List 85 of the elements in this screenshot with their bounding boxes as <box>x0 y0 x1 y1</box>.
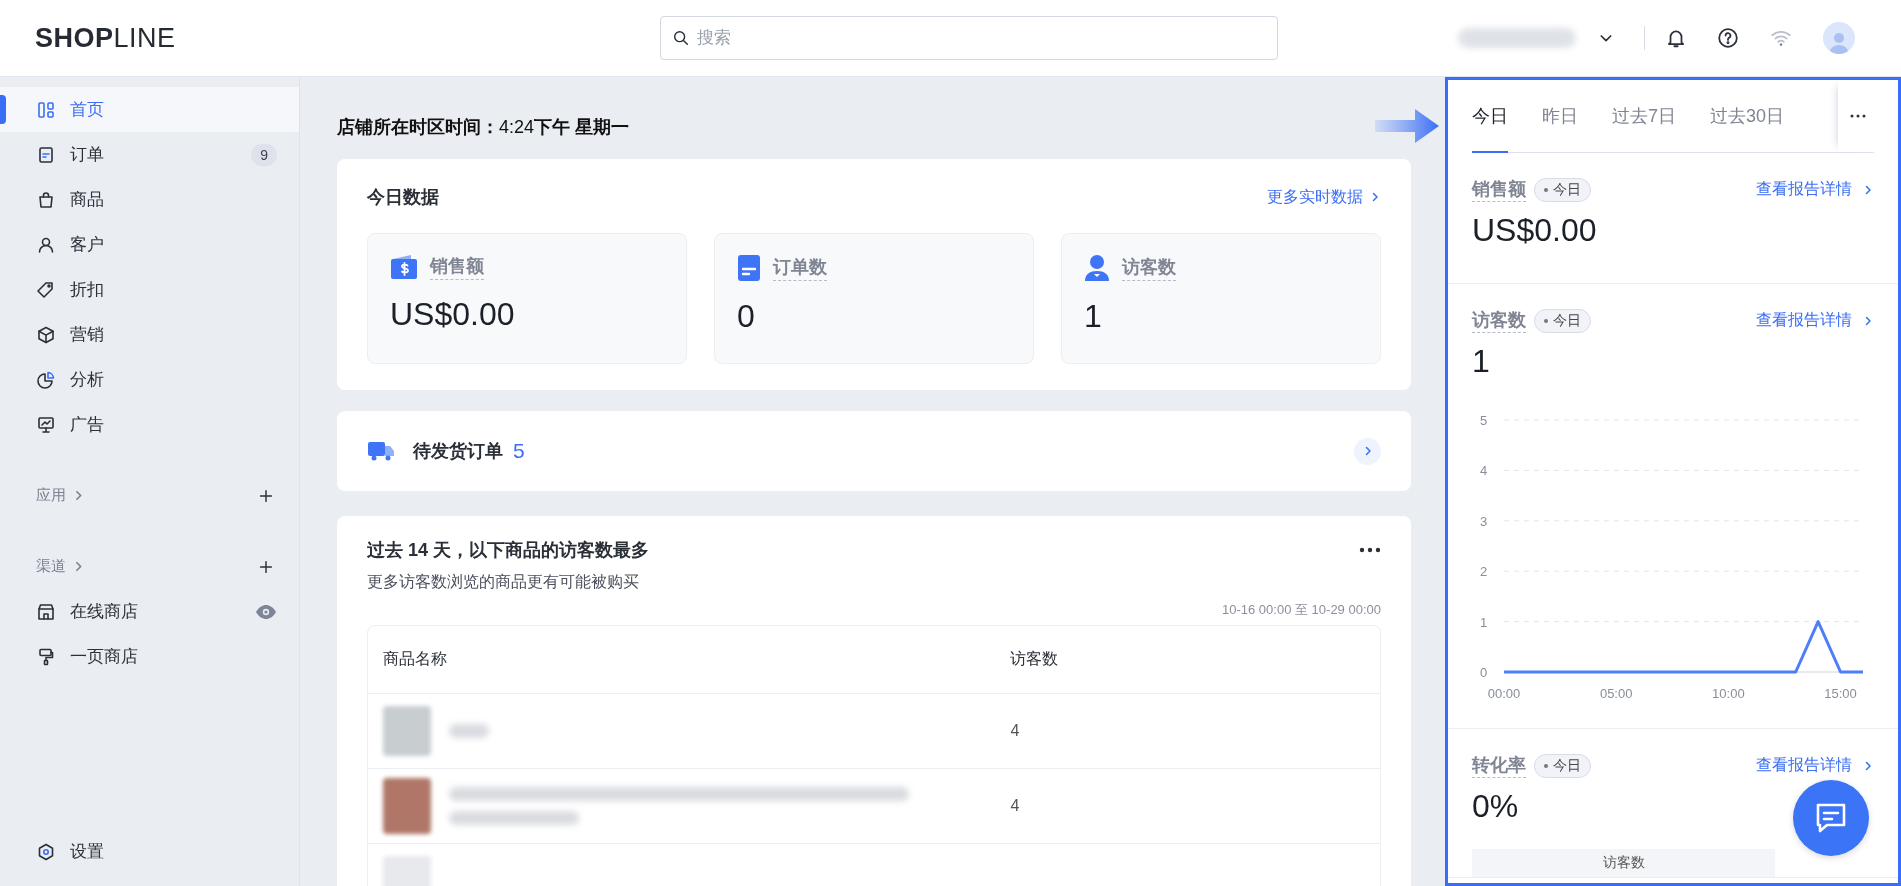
search-icon <box>672 29 690 47</box>
report-details-link[interactable]: 查看报告详情 <box>1756 179 1874 200</box>
help-icon <box>1717 27 1739 49</box>
funnel-bar: 访客数 <box>1472 849 1775 877</box>
period-tab[interactable]: 昨日 <box>1542 80 1578 153</box>
nav-item[interactable]: 营销 <box>0 312 299 357</box>
axis-label: 4 <box>1480 463 1488 479</box>
axis-label: 00:00 <box>1487 686 1521 701</box>
nav-item[interactable]: 订单 9 <box>0 132 299 177</box>
arrow-icon <box>1375 108 1439 143</box>
roller-icon <box>36 646 56 667</box>
pending-orders-card[interactable]: 待发货订单 5 <box>337 411 1411 491</box>
period-tag: 今日 <box>1534 308 1591 333</box>
report-details-link[interactable]: 查看报告详情 <box>1756 310 1874 331</box>
nav-item[interactable]: 分析 <box>0 357 299 402</box>
document-icon <box>737 254 761 282</box>
nav-item[interactable]: 广告 <box>0 402 299 447</box>
photo-placeholder <box>383 706 431 756</box>
card-title: 过去 14 天，以下商品的访客数最多 <box>367 539 650 562</box>
nav-item[interactable]: 商品 <box>0 177 299 222</box>
axis-label: 2 <box>1480 564 1488 580</box>
axis-label: 10:00 <box>1712 686 1745 701</box>
metric-label: 访客数 <box>1472 308 1526 333</box>
store-time: 店铺所在时区时间：4:24下午 星期一 <box>337 115 630 139</box>
metric-value: US$0.00 <box>390 296 516 333</box>
column-header: 商品名称 <box>383 650 447 667</box>
axis-label: 1 <box>1480 614 1488 630</box>
metric-value: 1 <box>1084 298 1103 335</box>
table-cell: 4 <box>1010 797 1020 814</box>
axis-label: 05:00 <box>1599 686 1633 701</box>
date-range: 10-16 00:00 至 10-29 00:00 <box>1222 602 1381 617</box>
card-subtitle: 更多访客数浏览的商品更有可能被购买 <box>367 572 640 592</box>
person-icon <box>1084 254 1110 282</box>
pending-orders-label: 待发货订单 <box>413 440 503 463</box>
wallet-icon <box>390 254 418 280</box>
metric-label: 转化率 <box>1472 753 1526 778</box>
nav-item[interactable]: 首页 <box>0 87 299 132</box>
truck-icon <box>367 439 395 463</box>
grid-icon <box>36 99 56 120</box>
cube-icon <box>36 324 56 345</box>
photo-placeholder <box>383 778 431 834</box>
channel-item[interactable]: 一页商店 <box>0 634 299 679</box>
metric-label: 订单数 <box>773 255 827 281</box>
metric-value: 0% <box>1472 788 1519 825</box>
more-realtime-link[interactable]: 更多实时数据 <box>1267 186 1381 208</box>
blurred-text <box>449 724 489 738</box>
axis-label: 0 <box>1480 665 1488 680</box>
metric-value: US$0.00 <box>1472 212 1597 249</box>
nav-item[interactable]: 客户 <box>0 222 299 267</box>
metric-value: 0 <box>737 298 756 335</box>
period-tag: 今日 <box>1534 177 1591 202</box>
table-cell: 4 <box>1010 722 1020 739</box>
open-button[interactable] <box>1354 437 1381 465</box>
bag-icon <box>36 189 56 210</box>
axis-label: 3 <box>1480 513 1488 529</box>
card-title: 今日数据 <box>367 186 439 209</box>
logo[interactable]: SHOPLINE <box>35 22 660 54</box>
axis-label: 15:00 <box>1824 686 1857 701</box>
axis-label: 5 <box>1480 413 1488 428</box>
monitor-icon <box>36 414 56 435</box>
nav-item[interactable]: 折扣 <box>0 267 299 312</box>
settings-icon <box>36 841 56 862</box>
metric-value: 1 <box>1472 343 1490 380</box>
period-tab[interactable]: 过去7日 <box>1612 80 1676 153</box>
chat-icon <box>1814 801 1848 835</box>
count-badge: 9 <box>251 143 277 166</box>
metric-label: 销售额 <box>430 254 484 280</box>
pie-chart-icon <box>36 369 56 390</box>
nav-item[interactable]: 设置 <box>0 829 299 874</box>
period-tab[interactable]: 过去30日 <box>1710 80 1785 153</box>
column-header: 访客数 <box>1010 650 1059 667</box>
storefront-icon <box>36 601 56 622</box>
period-tab[interactable]: 今日 <box>1472 80 1508 153</box>
more-icon[interactable] <box>1359 547 1381 553</box>
metric-label: 销售额 <box>1472 177 1526 202</box>
metric-label: 访客数 <box>1122 255 1176 281</box>
document-icon <box>36 144 56 165</box>
channel-item[interactable]: 在线商店 <box>0 589 299 634</box>
period-tag: 今日 <box>1534 753 1591 778</box>
eye-icon[interactable] <box>255 603 277 620</box>
more-icon[interactable] <box>1850 114 1866 118</box>
pending-orders-count: 5 <box>513 439 526 463</box>
report-details-link[interactable]: 查看报告详情 <box>1756 755 1874 776</box>
tag-icon <box>36 279 56 300</box>
search-field[interactable]: 搜索 <box>660 16 1278 60</box>
